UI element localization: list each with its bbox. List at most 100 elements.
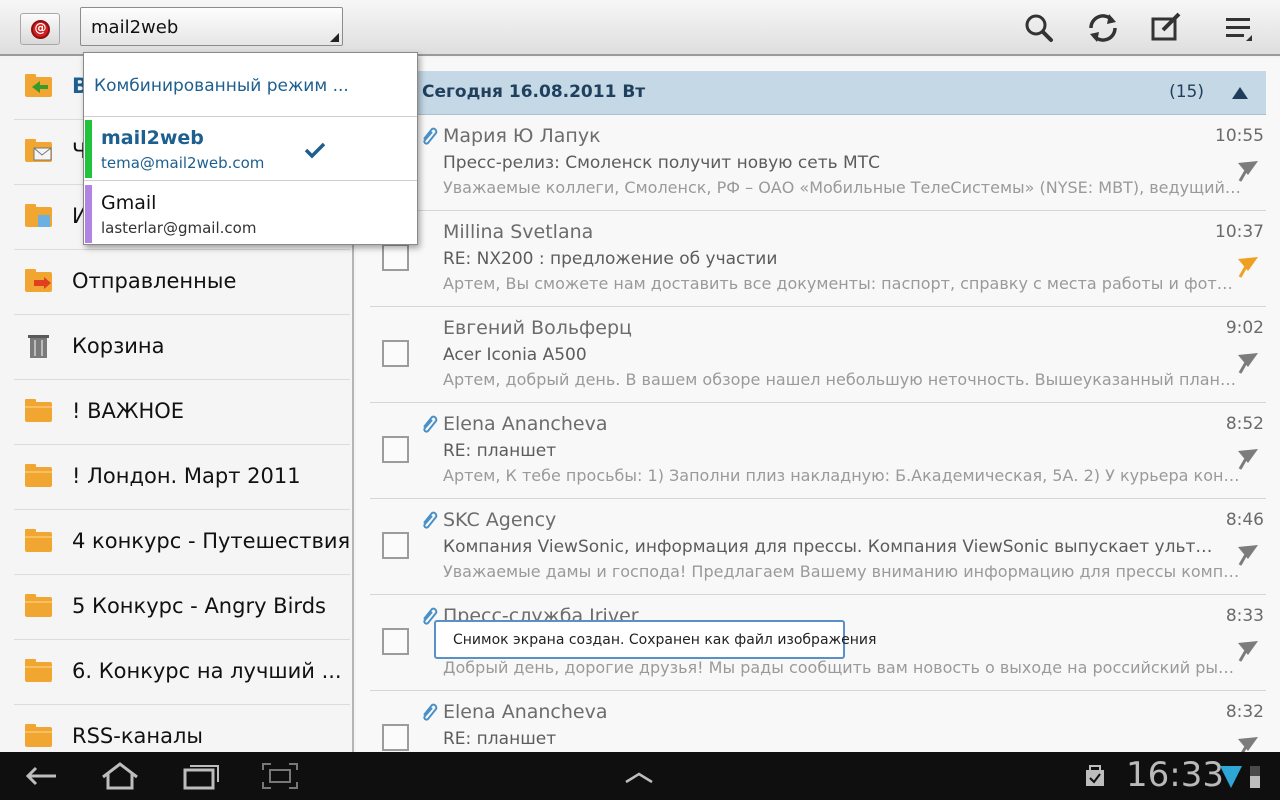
account-dropdown: Комбинированный режим ... mail2web tema@… [83, 52, 418, 245]
message-preview: Уважаемые дамы и господа! Предлагаем Ваш… [443, 562, 1241, 581]
folder-icon [24, 528, 53, 553]
wifi-icon [1220, 766, 1242, 788]
message-sender: SKC Agency [443, 509, 557, 531]
checkmark-icon [304, 142, 326, 159]
message-row[interactable]: SKC Agency 8:46 Компания ViewSonic, инфор… [370, 499, 1266, 595]
folder-icon [24, 593, 53, 618]
flag-icon[interactable] [1234, 349, 1260, 375]
message-checkbox[interactable] [382, 244, 409, 271]
combined-mode-item[interactable]: Комбинированный режим ... [84, 53, 417, 117]
folder-item[interactable]: 5 Конкурс - Angry Birds [14, 575, 350, 640]
message-subject: RE: NX200 : предложение об участии [443, 249, 778, 269]
attachment-icon [423, 511, 438, 529]
drafts-folder-icon [24, 138, 53, 163]
folder-item[interactable]: 4 конкурс - Путешествия [14, 510, 350, 575]
date-group-label: Сегодня 16.08.2011 Вт [422, 82, 646, 102]
message-subject: Acer Iconia A500 [443, 345, 587, 365]
up-arrow-icon[interactable] [614, 760, 664, 792]
message-checkbox[interactable] [382, 340, 409, 367]
collapse-arrow-icon[interactable] [1232, 87, 1248, 99]
message-preview: Добрый день, дорогие друзья! Мы рады соо… [443, 658, 1241, 677]
message-time: 10:37 [1215, 222, 1264, 242]
message-time: 8:33 [1225, 606, 1264, 626]
account-email: lasterlar@gmail.com [101, 219, 257, 237]
back-icon[interactable] [16, 760, 66, 792]
message-row[interactable]: Elena Anancheva 8:52 RE: планшет Артем, К т… [370, 403, 1266, 499]
account-spinner[interactable]: mail2web [80, 7, 343, 46]
folder-item[interactable]: ! Лондон. Март 2011 [14, 445, 350, 510]
message-time: 10:55 [1215, 126, 1264, 146]
search-icon[interactable] [1018, 8, 1062, 48]
folder-item[interactable]: ! ВАЖНОЕ [14, 380, 350, 445]
attachment-icon [423, 127, 438, 145]
account-item-mail2web[interactable]: mail2web tema@mail2web.com [84, 117, 417, 181]
folder-item[interactable]: 6. Конкурс на лучший ... [14, 640, 350, 705]
flag-icon[interactable] [1234, 733, 1260, 752]
toast-text: Снимок экрана создан. Сохранен как файл … [453, 632, 877, 648]
folder-name: ! ВАЖНОЕ [72, 399, 185, 423]
message-sender: Elena Anancheva [443, 413, 608, 435]
message-row[interactable]: Евгений Вольферц 9:02 Acer Iconia A500 Арте… [370, 307, 1266, 403]
message-preview: Артем, добрый день. В вашем обзоре нашел… [443, 370, 1241, 389]
flag-icon[interactable] [1234, 253, 1260, 279]
date-group-header[interactable]: Сегодня 16.08.2011 Вт (15) [370, 71, 1266, 115]
folder-name: Отправленные [72, 269, 237, 293]
recent-apps-icon[interactable] [176, 760, 226, 792]
message-preview: Артем, Вы сможете нам доставить все доку… [443, 274, 1241, 293]
message-row[interactable]: Millina Svetlana 10:37 RE: NX200 : предлож… [370, 211, 1266, 307]
home-icon[interactable] [95, 760, 145, 792]
signal-icon [1250, 766, 1260, 788]
sent-folder-icon [24, 268, 53, 293]
flag-icon[interactable] [1234, 445, 1260, 471]
message-checkbox[interactable] [382, 724, 409, 751]
account-spinner-value: mail2web [91, 17, 179, 38]
message-checkbox[interactable] [382, 436, 409, 463]
message-sender: Millina Svetlana [443, 221, 594, 243]
folder-item[interactable]: Отправленные [14, 250, 350, 315]
message-sender: Евгений Вольферц [443, 317, 632, 339]
toast-message: Снимок экрана создан. Сохранен как файл … [434, 620, 876, 659]
message-checkbox[interactable] [382, 532, 409, 559]
screenshot-icon[interactable] [255, 760, 305, 792]
account-color-bar [85, 120, 92, 178]
message-time: 8:52 [1225, 414, 1264, 434]
compose-icon[interactable] [1144, 8, 1188, 48]
folder-name: 4 конкурс - Путешествия [72, 529, 351, 553]
date-group-count: (15) [1169, 82, 1204, 102]
folder-icon [24, 398, 53, 423]
folder-item[interactable]: Корзина [14, 315, 350, 380]
notification-bag-icon[interactable] [1080, 760, 1110, 792]
folder-name: 6. Конкурс на лучший ... [72, 659, 342, 683]
message-row[interactable]: Мария Ю Лапук 10:55 Пресс-релиз: Смоленск … [370, 115, 1266, 211]
message-checkbox[interactable] [382, 628, 409, 655]
inbox-folder-icon [24, 73, 53, 98]
message-time: 8:32 [1225, 702, 1264, 722]
message-time: 8:46 [1225, 510, 1264, 530]
folder-name: Корзина [72, 334, 165, 358]
flag-icon[interactable] [1234, 157, 1260, 183]
spinner-corner-icon [330, 33, 339, 42]
message-sender: Мария Ю Лапук [443, 125, 601, 147]
message-time: 9:02 [1225, 318, 1264, 338]
message-subject: Компания ViewSonic, информация для пресс… [443, 537, 1223, 557]
trash-icon [24, 333, 53, 358]
refresh-icon[interactable] [1081, 8, 1125, 48]
account-color-bar [85, 185, 92, 243]
overflow-menu-icon[interactable] [1218, 8, 1262, 48]
outbox-folder-icon [24, 203, 53, 228]
mail-at-icon[interactable] [20, 13, 60, 45]
folder-name: ! Лондон. Март 2011 [72, 464, 301, 488]
system-bar: 16:33 [0, 752, 1280, 800]
folder-icon [24, 723, 53, 748]
message-row[interactable]: Elena Anancheva 8:32 RE: планшет [370, 691, 1266, 752]
account-item-gmail[interactable]: Gmail lasterlar@gmail.com [84, 182, 417, 246]
folder-icon [24, 658, 53, 683]
flag-icon[interactable] [1234, 541, 1260, 567]
folder-icon [24, 463, 53, 488]
folder-item[interactable]: RSS-каналы [14, 705, 350, 752]
flag-icon[interactable] [1234, 637, 1260, 663]
message-subject: RE: планшет [443, 441, 557, 461]
account-email: tema@mail2web.com [101, 154, 265, 172]
attachment-icon [423, 415, 438, 433]
message-preview: Уважаемые коллеги, Смоленск, РФ – ОАО «М… [443, 178, 1241, 197]
